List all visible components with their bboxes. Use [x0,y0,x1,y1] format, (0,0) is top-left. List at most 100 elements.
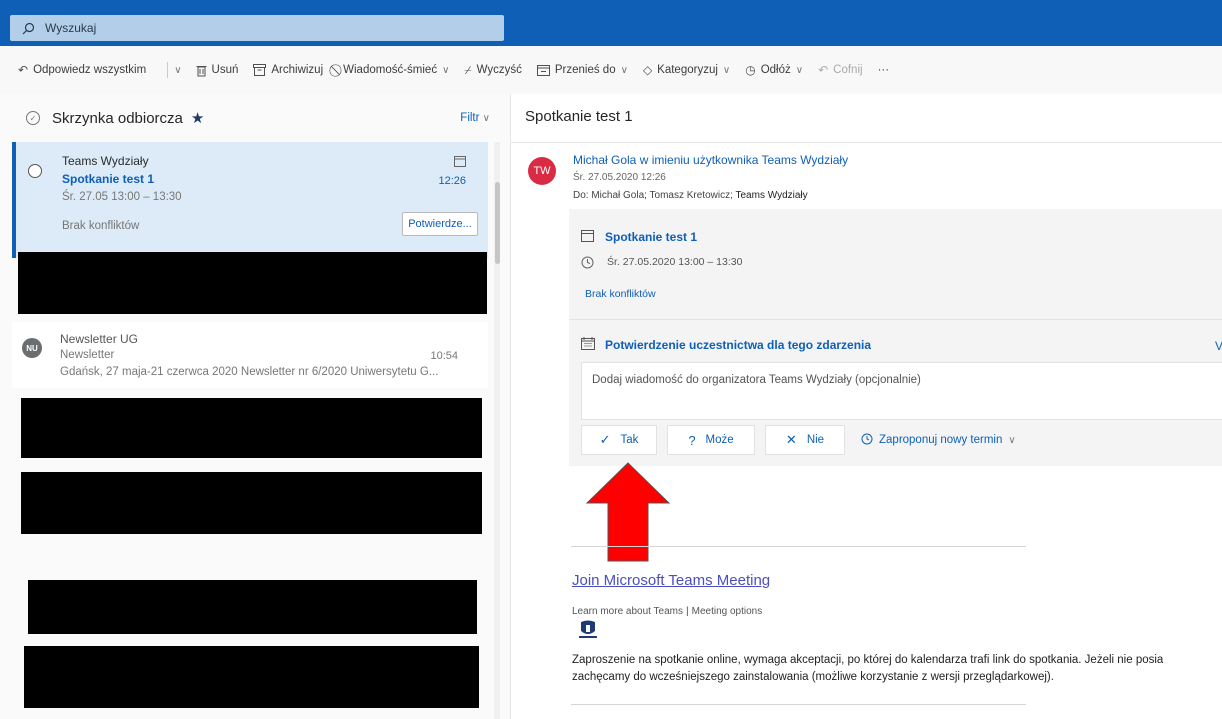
sweep-label: Wyczyść [476,64,522,76]
reply-all-icon: ↶ [18,63,29,77]
avatar[interactable]: TW [528,157,556,185]
filter-button[interactable]: Filtr ∨ [460,112,490,124]
propose-label: Zaproponuj nowy termin [879,434,1003,446]
response-buttons: ✓ Tak ? Może ✕ Nie Zaproponuj nowy termi… [581,425,1016,455]
search-placeholder: Wyszukaj [45,21,97,35]
tentative-label: Może [705,434,734,446]
confirm-button[interactable]: Potwierdze... [402,212,478,236]
message-title: Spotkanie test 1 [525,108,633,125]
divider [569,319,1222,320]
tag-icon: ◇ [642,63,653,77]
redacted-block [21,398,482,458]
message-list-pane: ✓ Skrzynka odbiorcza ★ Filtr ∨ Teams Wyd… [0,94,510,719]
favorite-star-icon[interactable]: ★ [191,109,204,127]
select-item-radio[interactable] [28,164,42,178]
question-icon: ? [688,432,696,448]
to-group: Teams Wydziały [735,190,808,201]
categorize-label: Kategoryzuj [657,64,718,76]
learn-more-link[interactable]: Learn more about Teams [572,606,683,617]
decline-label: Nie [806,434,825,446]
item-received-time: 10:54 [430,350,458,362]
sender-name[interactable]: Michał Gola w imieniu użytkownika Teams … [573,153,848,167]
categorize-chevron-icon: ∨ [722,64,731,76]
event-time: Śr. 27.05.2020 13:00 – 13:30 [607,256,743,268]
archive-button[interactable]: Archiwizuj [253,64,323,76]
snooze-label: Odłóż [760,64,791,76]
teams-links: Learn more about Teams | Meeting options [572,606,762,617]
meeting-options-link[interactable]: Meeting options [692,606,763,617]
snooze-button[interactable]: ◷ Odłóż ∨ [745,63,803,77]
decline-button[interactable]: ✕ Nie [765,425,845,455]
propose-new-time-button[interactable]: Zaproponuj nowy termin ∨ [861,433,1016,448]
move-to-button[interactable]: Przenieś do ∨ [536,64,628,76]
divider [571,704,1026,705]
item-subject: Spotkanie test 1 [62,172,155,186]
list-item-selected[interactable]: Teams Wydziały Spotkanie test 1 Śr. 27.0… [12,142,488,258]
propose-chevron-icon: ∨ [1008,434,1016,446]
command-toolbar: ↶ Odpowiedz wszystkim ∨ Usuń Archiwizuj … [0,46,1222,94]
undo-icon: ↶ [818,63,829,77]
join-teams-meeting-link[interactable]: Join Microsoft Teams Meeting [572,572,770,589]
undo-button[interactable]: ↶ Cofnij [818,63,862,77]
calendar-check-icon [581,337,595,355]
search-icon [22,22,35,35]
delete-label: Usuń [211,64,239,76]
event-title[interactable]: Spotkanie test 1 [605,230,697,244]
calendar-icon [454,154,466,172]
folder-title: Skrzynka odbiorcza [52,109,183,127]
checkmark-icon: ✓ [599,432,611,447]
reading-pane: Spotkanie test 1 TW Michał Gola w imieni… [510,94,1222,719]
reply-all-button[interactable]: ↶ Odpowiedz wszystkim [18,63,146,77]
clock-icon [581,256,594,274]
delete-button[interactable]: Usuń [196,64,239,77]
folder-move-icon [536,64,550,76]
clock-icon [861,433,873,448]
undo-label: Cofnij [833,64,863,76]
more-icon: ··· [877,64,890,76]
invitation-body: Zaproszenie na spotkanie online, wymaga … [572,652,1218,686]
recipients-line: Do: Michał Gola; Tomasz Kretowicz; Teams… [573,190,808,201]
list-scrollbar-thumb[interactable] [495,182,500,264]
categorize-button[interactable]: ◇ Kategoryzuj ∨ [643,63,730,77]
item-time-range: Śr. 27.05 13:00 – 13:30 [62,191,182,203]
divider [571,546,1026,547]
top-bar: Wyszukaj [0,0,1222,46]
snooze-chevron-icon: ∨ [795,64,804,76]
event-conflicts: Brak konfliktów [585,288,656,300]
select-all-checkbox[interactable]: ✓ [26,111,40,125]
sweep-button[interactable]: ⌿ Wyczyść [464,63,521,78]
search-box[interactable]: Wyszukaj [10,15,504,41]
item-preview: Gdańsk, 27 maja-21 czerwca 2020 Newslett… [60,366,439,378]
archive-label: Archiwizuj [271,64,324,76]
to-label: Do: [573,190,589,201]
clock-icon: ◷ [745,63,756,77]
body-line: zachęcamy do wcześniejszego zainstalowan… [572,671,1054,683]
junk-label: Wiadomość-śmieć [343,64,438,76]
junk-button[interactable]: ⃠ Wiadomość-śmieć ∨ [338,63,449,78]
filter-chevron-icon: ∨ [482,113,490,124]
message-placeholder: Dodaj wiadomość do organizatora Teams Wy… [592,374,921,386]
filter-label: Filtr [460,112,480,124]
to-list: Michał Gola; Tomasz Kretowicz; [591,190,733,201]
redacted-block [28,580,477,634]
item-conflicts: Brak konfliktów [62,220,140,232]
close-icon: ✕ [785,432,797,447]
tentative-button[interactable]: ? Może [667,425,755,455]
move-to-label: Przenieś do [554,64,616,76]
response-extra: V [1214,339,1222,353]
redacted-block [21,472,482,534]
avatar: NU [22,338,42,358]
reply-options-chevron-icon[interactable]: ∨ [174,65,181,76]
junk-chevron-icon: ∨ [442,64,450,76]
organizer-message-field[interactable]: Dodaj wiadomość do organizatora Teams Wy… [581,362,1222,420]
trash-icon [196,64,207,77]
red-arrow-annotation [585,462,671,562]
body-line: Zaproszenie na spotkanie online, wymaga … [572,654,1164,666]
more-actions-button[interactable]: ··· [878,64,890,76]
item-sender: Teams Wydziały [62,154,149,168]
link-separator: | [686,606,689,617]
accept-button[interactable]: ✓ Tak [581,425,657,455]
item-subject: Newsletter [60,349,115,361]
list-item-newsletter[interactable]: NU Newsletter UG Newsletter 10:54 Gdańsk… [12,322,488,388]
folder-header: ✓ Skrzynka odbiorcza ★ Filtr ∨ [0,94,510,142]
